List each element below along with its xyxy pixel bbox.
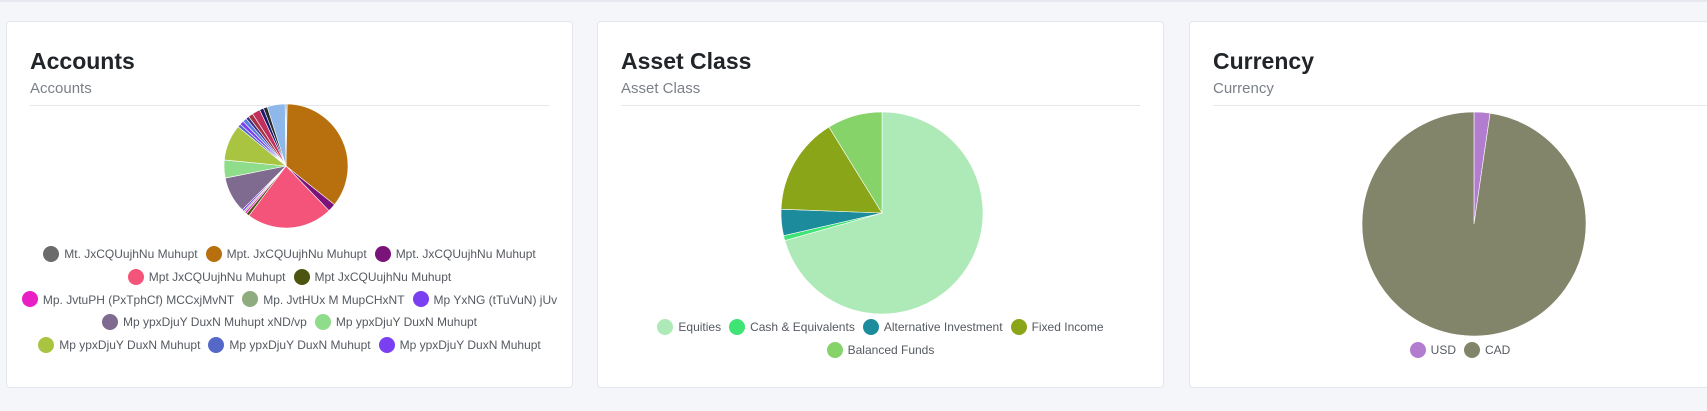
pie-slice[interactable] bbox=[1361, 111, 1587, 337]
legend-label: Mpt JxCQUujhNu Muhupt bbox=[148, 269, 286, 284]
legend-label: Alternative Investment bbox=[883, 319, 1003, 334]
card-divider bbox=[1213, 105, 1707, 106]
legend-swatch bbox=[127, 268, 144, 285]
legend-swatch bbox=[208, 337, 225, 354]
legend-label: Mpt JxCQUujhNu Muhupt bbox=[314, 269, 452, 284]
legend-label: Mpt. JxCQUujhNu Muhupt bbox=[395, 246, 536, 261]
legend-swatch bbox=[38, 337, 55, 354]
legend-item[interactable]: Mp ypxDjuY DuxN Muhupt xND/vp bbox=[101, 310, 307, 333]
legend-item[interactable]: Mpt. JxCQUujhNu Muhupt bbox=[374, 242, 536, 265]
card-divider bbox=[621, 105, 1140, 106]
legend-item[interactable]: Mt. JxCQUujhNu Muhupt bbox=[43, 242, 198, 265]
legend-item[interactable]: Mp. JvtuPH (PxTphCf) MCCxjMvNT bbox=[21, 288, 235, 311]
card-subtitle: Accounts bbox=[30, 80, 92, 97]
asset-class-pie-chart[interactable] bbox=[780, 111, 984, 315]
legend-swatch bbox=[43, 245, 60, 262]
accounts-card: Accounts Accounts Mt. JxCQUujhNu Muhupt M… bbox=[6, 21, 573, 388]
legend-label: Mp ypxDjuY DuxN Muhupt xND/vp bbox=[122, 315, 307, 330]
legend-swatch bbox=[657, 318, 674, 335]
legend-swatch bbox=[101, 314, 118, 331]
legend-label: Mt. JxCQUujhNu Muhupt bbox=[64, 246, 198, 261]
legend-label: Mp ypxDjuY DuxN Muhupt bbox=[59, 338, 201, 353]
currency-pie-chart[interactable] bbox=[1361, 111, 1587, 337]
asset-class-legend: Equities Cash & Equivalents Alternative In… bbox=[648, 315, 1113, 361]
legend-label: Mp. JvtuPH (PxTphCf) MCCxjMvNT bbox=[42, 292, 235, 307]
legend-label: USD bbox=[1430, 342, 1456, 357]
legend-swatch bbox=[729, 318, 746, 335]
legend-label: Equities bbox=[678, 319, 722, 334]
legend-item[interactable]: Mp ypxDjuY DuxN Muhupt bbox=[208, 333, 371, 356]
legend-item[interactable]: Mpt. JxCQUujhNu Muhupt bbox=[205, 242, 367, 265]
legend-swatch bbox=[314, 314, 331, 331]
legend-item[interactable]: USD bbox=[1409, 338, 1456, 361]
legend-item[interactable]: Fixed Income bbox=[1010, 315, 1104, 338]
legend-swatch bbox=[1010, 318, 1027, 335]
legend-swatch bbox=[378, 337, 395, 354]
legend-item[interactable]: Mpt JxCQUujhNu Muhupt bbox=[293, 265, 452, 288]
legend-item[interactable]: Alternative Investment bbox=[862, 315, 1003, 338]
currency-card: Currency Currency USD CAD bbox=[1189, 21, 1707, 388]
legend-label: Fixed Income bbox=[1031, 319, 1104, 334]
legend-label: Mp. JvtHUx M MupCHxNT bbox=[263, 292, 405, 307]
asset-class-card: Asset Class Asset Class Equities Cash & E… bbox=[597, 21, 1164, 388]
legend-swatch bbox=[21, 291, 38, 308]
card-subtitle: Asset Class bbox=[621, 80, 701, 97]
legend-swatch bbox=[862, 318, 879, 335]
legend-swatch bbox=[826, 341, 843, 358]
legend-item[interactable]: Cash & Equivalents bbox=[729, 315, 855, 338]
legend-item[interactable]: Balanced Funds bbox=[826, 338, 935, 361]
legend-item[interactable]: Equities bbox=[657, 315, 721, 338]
accounts-legend: Mt. JxCQUujhNu Muhupt Mpt. JxCQUujhNu Muh… bbox=[17, 242, 562, 385]
legend-label: Mpt. JxCQUujhNu Muhupt bbox=[226, 246, 367, 261]
legend-label: Mp ypxDjuY DuxN Muhupt bbox=[335, 315, 477, 330]
legend-item[interactable]: Mp ypxDjuY DuxN Muhupt bbox=[378, 333, 541, 356]
legend-label: CAD bbox=[1485, 342, 1511, 357]
legend-item[interactable]: Mp ypxDjuY DuxN Muhupt bbox=[38, 333, 200, 356]
card-title: Currency bbox=[1213, 48, 1314, 74]
accounts-pie-chart[interactable] bbox=[223, 103, 349, 229]
legend-label: Mp YxNG (tTuVuN) jUv bbox=[433, 292, 558, 307]
legend-item[interactable]: Mp ypxDjuY DuxN Muhupt bbox=[314, 310, 477, 333]
card-title: Asset Class bbox=[621, 48, 752, 74]
card-title: Accounts bbox=[30, 48, 135, 74]
legend-label: Mp ypxDjuY DuxN Muhupt bbox=[229, 338, 371, 353]
legend-swatch bbox=[1464, 341, 1480, 358]
card-subtitle: Currency bbox=[1213, 80, 1274, 97]
legend-swatch bbox=[374, 245, 391, 262]
legend-label: Cash & Equivalents bbox=[750, 319, 855, 334]
legend-swatch bbox=[412, 291, 429, 308]
legend-item[interactable]: Mp. JvtHUx M MupCHxNT bbox=[242, 288, 405, 311]
legend-swatch bbox=[205, 245, 222, 262]
currency-legend: USD CAD bbox=[1190, 338, 1707, 361]
legend-swatch bbox=[242, 291, 259, 308]
legend-swatch bbox=[293, 268, 310, 285]
legend-label: Mp ypxDjuY DuxN Muhupt bbox=[399, 338, 541, 353]
legend-item[interactable]: CAD bbox=[1464, 338, 1510, 361]
legend-label: Balanced Funds bbox=[847, 342, 935, 357]
top-border bbox=[0, 0, 1707, 2]
legend-item[interactable]: Mpt JxCQUujhNu Muhupt bbox=[127, 265, 286, 288]
legend-swatch bbox=[1409, 341, 1426, 358]
legend-item[interactable]: Mp YxNG (tTuVuN) jUv bbox=[412, 288, 558, 311]
